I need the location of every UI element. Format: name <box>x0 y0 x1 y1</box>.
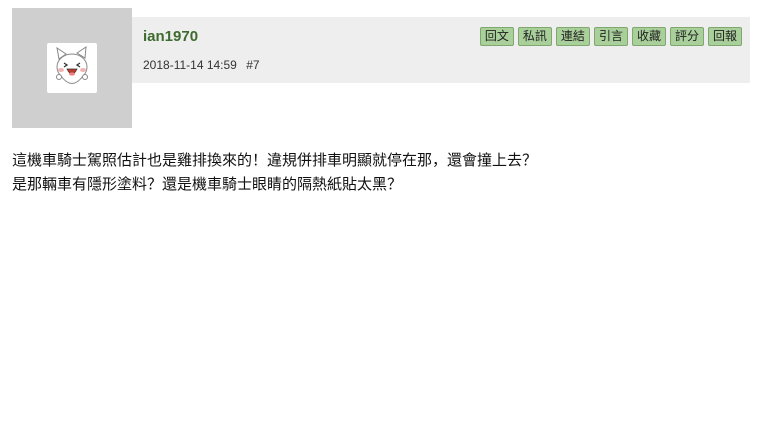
post-date: 2018-11-14 14:59 <box>143 58 237 72</box>
quote-button[interactable]: 引言 <box>593 27 628 46</box>
reply-button[interactable]: 回文 <box>479 27 514 46</box>
post-content-line: 是那輛車有隱形塗料？還是機車騎士眼睛的隔熱紙貼太黑？ <box>12 175 403 193</box>
post-content-line: 這機車騎士駕照估計也是雞排換來的！違規併排車明顯就停在那，還會撞上去？ <box>12 151 538 169</box>
private-message-button[interactable]: 私訊 <box>517 27 552 46</box>
favorite-button[interactable]: 收藏 <box>631 27 666 46</box>
post-meta: 2018-11-14 14:59 #7 <box>143 58 260 72</box>
cartoon-face-icon <box>56 46 88 84</box>
post-floor[interactable]: #7 <box>246 58 259 72</box>
post-header: ian1970 2018-11-14 14:59 #7 回文 私訊 連結 引言 … <box>132 17 750 83</box>
report-button[interactable]: 回報 <box>707 27 742 46</box>
author-link[interactable]: ian1970 <box>143 28 198 45</box>
post-content: 這機車騎士駕照估計也是雞排換來的！違規併排車明顯就停在那，還會撞上去？ 是那輛車… <box>12 148 752 196</box>
post-actions: 回文 私訊 連結 引言 收藏 評分 回報 <box>479 27 742 46</box>
link-button[interactable]: 連結 <box>555 27 590 46</box>
forum-post: ian1970 2018-11-14 14:59 #7 回文 私訊 連結 引言 … <box>0 0 763 426</box>
rate-button[interactable]: 評分 <box>669 27 704 46</box>
avatar-frame <box>12 8 132 128</box>
avatar[interactable] <box>47 43 97 93</box>
